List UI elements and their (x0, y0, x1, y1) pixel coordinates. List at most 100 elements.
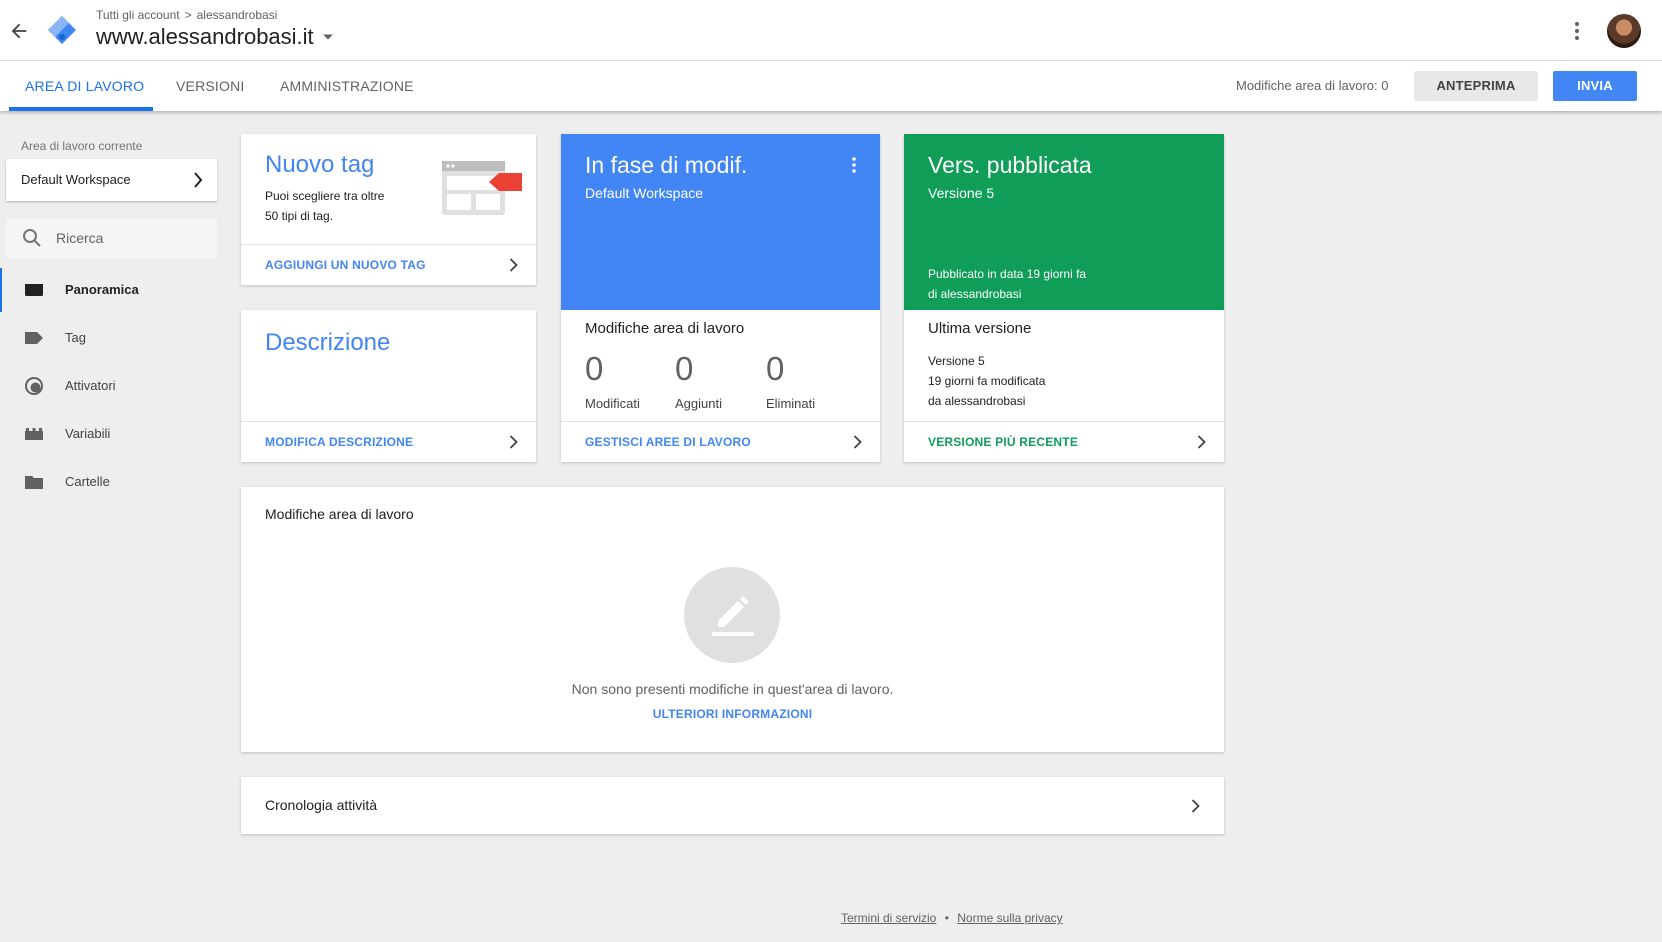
breadcrumb-account[interactable]: alessandrobasi (197, 8, 278, 22)
overview-icon (25, 284, 43, 296)
new-tag-title[interactable]: Nuovo tag (265, 151, 374, 179)
chevron-right-icon (194, 172, 203, 188)
published-info: Pubblicato in data 19 giorni fa di aless… (928, 264, 1086, 304)
editing-workspace-name: Default Workspace (585, 185, 704, 201)
tab-admin[interactable]: AMMINISTRAZIONE (280, 61, 414, 111)
current-workspace-label: Area di lavoro corrente (21, 139, 143, 153)
chevron-right-icon (1191, 799, 1200, 813)
modified-count: 0 (585, 350, 604, 387)
new-tag-desc-line2: 50 tipi di tag. (265, 209, 334, 223)
workspace-changes-panel-title: Modifiche area di lavoro (265, 506, 414, 522)
chevron-right-icon (509, 258, 518, 272)
deleted-count: 0 (766, 350, 785, 387)
published-version-card: Vers. pubblicata Versione 5 Pubblicato i… (904, 134, 1224, 462)
workspace-name: Default Workspace (21, 172, 131, 187)
edit-description-link[interactable]: MODIFICA DESCRIZIONE (241, 421, 536, 462)
published-card-header: Vers. pubblicata Versione 5 Pubblicato i… (904, 134, 1224, 310)
published-title: Vers. pubblicata (928, 152, 1092, 178)
breadcrumb: Tutti gli account > alessandrobasi (96, 8, 277, 22)
published-date: Pubblicato in data 19 giorni fa (928, 267, 1087, 281)
top-bar: Tutti gli account > alessandrobasi www.a… (0, 0, 1662, 61)
activity-history-panel[interactable]: Cronologia attività (241, 777, 1224, 834)
published-by: di alessandrobasi (928, 287, 1022, 301)
sidebar-item-label: Attivatori (65, 378, 116, 393)
gtm-app: Tutti gli account > alessandrobasi www.a… (0, 0, 1662, 942)
latest-version-number: Versione 5 (928, 354, 985, 368)
workspace-changes-count: Modifiche area di lavoro: 0 (1236, 78, 1389, 93)
search-icon (23, 229, 41, 247)
more-vert-icon[interactable] (1572, 20, 1582, 42)
gtm-logo-icon[interactable] (46, 14, 78, 46)
avatar[interactable] (1607, 14, 1641, 48)
deleted-label: Eliminati (766, 396, 816, 411)
empty-state-circle (684, 567, 780, 663)
back-arrow-icon[interactable] (8, 20, 30, 42)
container-title: www.alessandrobasi.it (96, 24, 314, 49)
latest-version-modified: 19 giorni fa modificata (928, 374, 1046, 388)
modified-label: Modificati (585, 396, 640, 411)
latest-version-title: Ultima versione (928, 320, 1032, 337)
sidebar-item-label: Panoramica (65, 282, 139, 297)
latest-version-label: VERSIONE PIÙ RECENTE (928, 435, 1079, 449)
chevron-right-icon (853, 435, 862, 449)
editing-card-header: In fase di modif. Default Workspace (561, 134, 880, 310)
edit-description-label: MODIFICA DESCRIZIONE (265, 435, 414, 449)
active-tab-indicator (9, 107, 153, 111)
breadcrumb-root[interactable]: Tutti gli account (96, 8, 180, 22)
trigger-icon (25, 377, 43, 395)
submit-button[interactable]: INVIA (1553, 71, 1637, 101)
variables-icon (25, 428, 43, 440)
description-card: Descrizione MODIFICA DESCRIZIONE (241, 310, 536, 462)
new-tag-description: Puoi scegliere tra oltre 50 tipi di tag. (265, 186, 384, 226)
privacy-link[interactable]: Norme sulla privacy (957, 911, 1062, 925)
tab-versions[interactable]: VERSIONI (176, 61, 245, 111)
folder-icon (25, 476, 43, 489)
added-count: 0 (675, 350, 694, 387)
tag-icon (25, 332, 43, 344)
preview-button[interactable]: ANTEPRIMA (1414, 71, 1538, 101)
sidebar-item-label: Variabili (65, 426, 111, 441)
dropdown-caret-icon (322, 34, 333, 40)
latest-version-details: Versione 5 19 giorni fa modificata da al… (928, 351, 1045, 411)
add-new-tag-link[interactable]: AGGIUNGI UN NUOVO TAG (241, 244, 536, 285)
empty-state-message: Non sono presenti modifiche in quest'are… (571, 681, 894, 697)
latest-version-author: da alessandrobasi (928, 394, 1026, 408)
sidebar-search (6, 218, 217, 258)
sidebar-item-label: Tag (65, 330, 86, 345)
nav-tabs-bar: AREA DI LAVORO VERSIONI AMMINISTRAZIONE … (0, 61, 1662, 111)
sidebar-item-label: Cartelle (65, 474, 110, 489)
footer-separator: • (944, 911, 949, 925)
search-input[interactable] (56, 227, 206, 249)
manage-workspaces-label: GESTISCI AREE DI LAVORO (585, 435, 751, 449)
new-tag-card: Nuovo tag Puoi scegliere tra oltre 50 ti… (241, 134, 536, 285)
learn-more-link[interactable]: ULTERIORI INFORMAZIONI (241, 707, 1224, 721)
sidebar-item-tags[interactable]: Tag (0, 316, 222, 360)
published-version-number: Versione 5 (928, 185, 995, 201)
sidebar-item-triggers[interactable]: Attivatori (0, 364, 222, 408)
new-tag-desc-line1: Puoi scegliere tra oltre (265, 189, 385, 203)
breadcrumb-separator: > (184, 8, 192, 22)
latest-version-link[interactable]: VERSIONE PIÙ RECENTE (904, 421, 1224, 462)
sidebar-item-overview[interactable]: Panoramica (0, 268, 222, 312)
terms-link[interactable]: Termini di servizio (841, 911, 936, 925)
tab-workspace[interactable]: AREA DI LAVORO (25, 61, 144, 111)
workspace-editing-card: In fase di modif. Default Workspace Modi… (561, 134, 880, 462)
chevron-right-icon (1197, 435, 1206, 449)
activity-history-title: Cronologia attività (265, 797, 378, 813)
more-vert-icon[interactable] (851, 156, 857, 174)
sidebar-item-variables[interactable]: Variabili (0, 412, 222, 456)
footer-links: Termini di servizio • Norme sulla privac… (841, 911, 1063, 925)
editing-title: In fase di modif. (585, 152, 748, 178)
sidebar-item-folders[interactable]: Cartelle (0, 460, 222, 504)
pencil-icon (712, 596, 754, 636)
chevron-right-icon (509, 435, 518, 449)
add-new-tag-label: AGGIUNGI UN NUOVO TAG (265, 258, 426, 272)
tag-illustration-icon (442, 161, 522, 215)
manage-workspaces-link[interactable]: GESTISCI AREE DI LAVORO (561, 421, 880, 462)
container-selector[interactable]: www.alessandrobasi.it (96, 24, 334, 50)
workspace-selector[interactable]: Default Workspace (6, 159, 217, 201)
added-label: Aggiunti (675, 396, 722, 411)
description-title[interactable]: Descrizione (265, 329, 390, 357)
workspace-changes-title: Modifiche area di lavoro (585, 320, 745, 337)
workspace-changes-panel: Modifiche area di lavoro Non sono presen… (241, 487, 1224, 752)
